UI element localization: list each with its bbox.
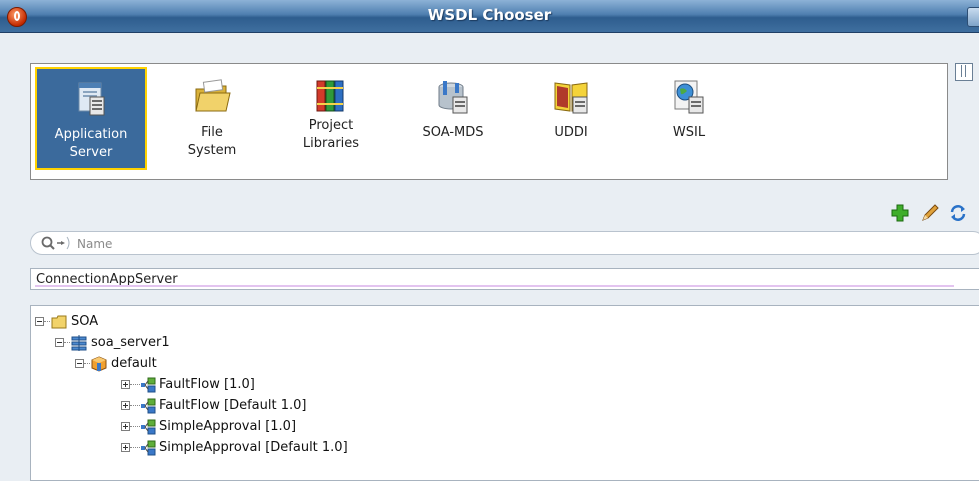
- tree-node-label: SimpleApproval [1.0]: [159, 419, 297, 434]
- view-toggle-button[interactable]: [955, 63, 973, 81]
- option-label-line2: Server: [69, 145, 113, 160]
- refresh-icon[interactable]: [948, 203, 968, 223]
- tree-node-label: FaultFlow [Default 1.0]: [159, 398, 307, 413]
- expand-icon[interactable]: [121, 422, 130, 431]
- option-label-line2: System: [187, 143, 237, 158]
- expand-icon[interactable]: [121, 443, 130, 452]
- tree-connector: [130, 384, 140, 385]
- connection-dropdown[interactable]: ConnectionAppServer: [30, 268, 979, 290]
- tree-node-label: soa_server1: [91, 335, 170, 350]
- expand-icon[interactable]: [121, 401, 130, 410]
- option-uddi[interactable]: UDDI: [515, 67, 627, 170]
- option-application-server[interactable]: Application Server: [35, 67, 147, 170]
- server-icon: [71, 335, 87, 351]
- folder-icon: [51, 315, 67, 329]
- option-label: SOA-MDS: [422, 125, 484, 140]
- title-bar: WSDL Chooser: [0, 0, 979, 33]
- window-title: WSDL Chooser: [427, 6, 552, 24]
- window-control-button[interactable]: [967, 7, 979, 27]
- edit-icon[interactable]: [920, 203, 940, 223]
- option-label: WSIL: [672, 125, 706, 140]
- libraries-icon: [316, 80, 344, 112]
- collapse-icon[interactable]: [35, 317, 44, 326]
- collapse-icon[interactable]: [75, 359, 84, 368]
- dialog-content: Application Server File System Project L…: [0, 33, 979, 481]
- folder-icon: [195, 79, 231, 112]
- option-wsil[interactable]: WSIL: [633, 67, 745, 170]
- option-label-line1: Project: [308, 118, 354, 133]
- application-server-icon: [78, 82, 105, 116]
- uddi-book-icon: [554, 82, 588, 114]
- tree-connector: [130, 447, 140, 448]
- option-label-line1: Application: [54, 127, 128, 142]
- composite-icon: [141, 377, 156, 393]
- composite-icon: [141, 419, 156, 435]
- soa-mds-icon: [438, 81, 468, 114]
- tree-connector: [130, 426, 140, 427]
- partition-icon: [91, 356, 107, 372]
- option-label-line2: Libraries: [302, 136, 360, 151]
- tree-connector: [84, 363, 90, 364]
- option-project-libraries[interactable]: Project Libraries: [275, 67, 387, 170]
- connection-tree: SOA soa_server1 default FaultFlow [1.0] …: [30, 305, 979, 481]
- composite-icon: [141, 440, 156, 456]
- tree-connector: [130, 405, 140, 406]
- tree-connector: [44, 321, 50, 322]
- add-icon[interactable]: [890, 203, 910, 223]
- option-soa-mds[interactable]: SOA-MDS: [397, 67, 509, 170]
- search-icon[interactable]: [37, 235, 71, 251]
- option-label-line1: File: [201, 125, 223, 140]
- composite-icon: [141, 398, 156, 414]
- combo-highlight: [35, 285, 954, 287]
- source-chooser-panel: Application Server File System Project L…: [30, 63, 948, 180]
- option-label: UDDI: [554, 125, 588, 140]
- collapse-icon[interactable]: [55, 338, 64, 347]
- tree-node-label: FaultFlow [1.0]: [159, 377, 255, 392]
- expand-icon[interactable]: [121, 380, 130, 389]
- search-input[interactable]: [75, 234, 959, 254]
- tree-node-label: SOA: [71, 314, 99, 329]
- wsil-icon: [674, 80, 704, 114]
- option-file-system[interactable]: File System: [156, 67, 268, 170]
- tree-node-label: default: [111, 356, 157, 371]
- search-field: [30, 231, 979, 255]
- tree-connector: [64, 342, 70, 343]
- tree-node-label: SimpleApproval [Default 1.0]: [159, 440, 348, 455]
